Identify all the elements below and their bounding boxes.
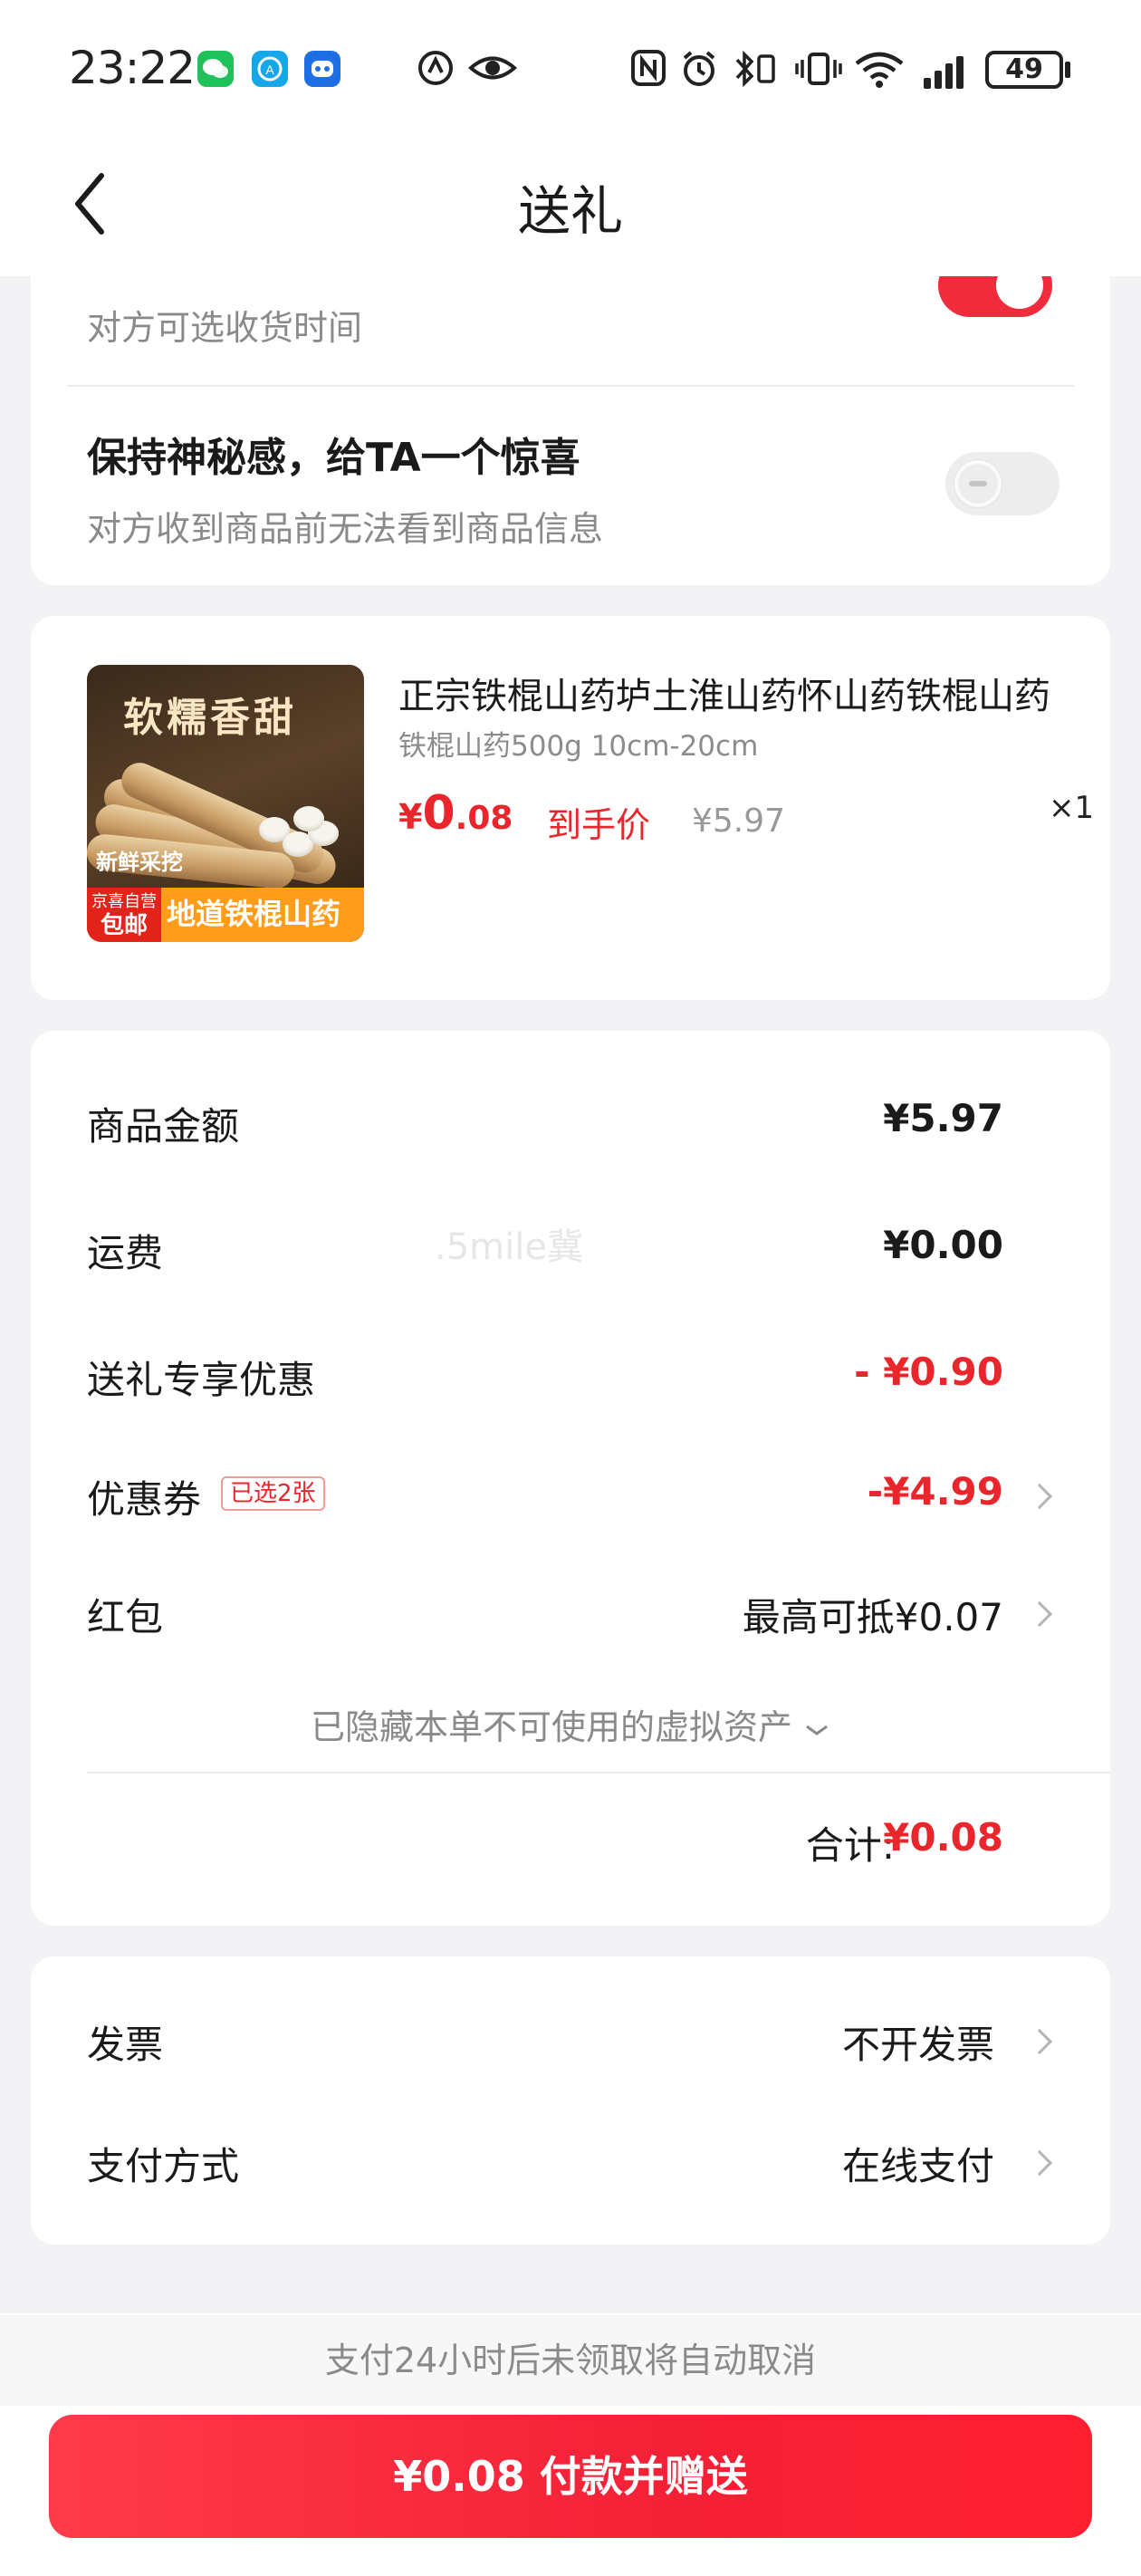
total-value: ¥0.08	[883, 1815, 1003, 1860]
page-title: 送礼	[517, 180, 623, 242]
goods-amount-value: ¥5.97	[883, 1096, 1003, 1140]
robot-app-icon	[304, 51, 340, 87]
original-price: ¥5.97	[692, 803, 786, 840]
invoice-payment-card: 发票 不开发票 支付方式 在线支付	[31, 1956, 1110, 2244]
product-card: 软糯香甜 新鲜采挖 京喜自营 包邮 地道铁棍山药 正宗铁棍山药垆土淮山药怀山药铁…	[31, 616, 1110, 1000]
image-fresh-text: 新鲜采挖	[96, 850, 183, 875]
payment-method-label[interactable]: 支付方式	[87, 2136, 239, 2191]
product-price: ¥0.08	[398, 786, 513, 841]
coupon-value[interactable]: -¥4.99	[868, 1469, 1003, 1514]
tag-bottom-text: 包邮	[100, 912, 148, 939]
shipping-value: ¥0.00	[883, 1223, 1003, 1267]
mystery-title: 保持神秘感，给TA一个惊喜	[87, 435, 580, 481]
chevron-right-icon[interactable]	[1026, 1483, 1053, 1510]
invoice-value[interactable]: 不开发票	[842, 2014, 994, 2070]
product-image[interactable]: 软糯香甜 新鲜采挖 京喜自营 包邮 地道铁棍山药	[87, 665, 364, 942]
chevron-right-icon[interactable]	[1026, 2149, 1053, 2177]
red-packet-label[interactable]: 红包	[87, 1587, 163, 1642]
divider	[87, 1772, 1110, 1773]
divider	[67, 385, 1074, 387]
mystery-subtitle: 对方收到商品前无法看到商品信息	[87, 509, 604, 549]
chevron-right-icon[interactable]	[1026, 2028, 1053, 2055]
tag-top-text: 京喜自营	[91, 892, 157, 911]
eye-icon	[467, 49, 518, 95]
price-label: 到手价	[547, 805, 651, 845]
product-spec: 铁棍山药500g 10cm-20cm	[398, 730, 759, 763]
svg-text:A: A	[265, 62, 274, 77]
signal-icon	[924, 53, 974, 89]
delivery-time-subtitle: 对方可选收货时间	[87, 308, 363, 348]
invoice-label[interactable]: 发票	[87, 2014, 163, 2070]
image-bottom-text: 地道铁棍山药	[167, 897, 341, 931]
battery-cap	[1065, 62, 1070, 78]
yam-slice	[293, 806, 324, 831]
hidden-assets-toggle[interactable]: 已隐藏本单不可使用的虚拟资产	[31, 1699, 1110, 1749]
gift-discount-value: - ¥0.90	[854, 1350, 1003, 1394]
price-symbol: ¥	[398, 797, 423, 837]
price-integer: 0	[422, 786, 455, 841]
nfc-speed-icon	[417, 49, 455, 95]
gift-discount-label: 送礼专享优惠	[87, 1358, 316, 1402]
watermark-text: .5mile冀	[435, 1226, 583, 1268]
nfc-icon	[630, 49, 666, 95]
goods-amount-label: 商品金额	[87, 1104, 240, 1149]
coupon-selected-badge: 已选2张	[221, 1476, 325, 1511]
nav-bar: 送礼	[0, 136, 1141, 276]
wechat-icon	[197, 51, 234, 87]
alarm-icon	[679, 49, 719, 97]
pay-and-gift-button[interactable]: ¥0.08 付款并赠送	[49, 2415, 1092, 2538]
amount-summary-card: 商品金额 ¥5.97 运费 ¥0.00 送礼专享优惠 - ¥0.90 优惠券 已…	[31, 1031, 1110, 1926]
price-decimal: .08	[455, 800, 513, 837]
product-quantity: ×1	[1049, 790, 1095, 826]
bluetooth-icon	[730, 49, 781, 97]
hidden-assets-text: 已隐藏本单不可使用的虚拟资产	[310, 1707, 792, 1747]
vibrate-icon	[795, 49, 842, 97]
chevron-down-icon	[806, 1725, 828, 1735]
toggle-knob	[954, 460, 1002, 507]
gift-options-card: 对方可选收货时间 保持神秘感，给TA一个惊喜 对方收到商品前无法看到商品信息	[31, 276, 1110, 585]
chevron-right-icon[interactable]	[1026, 1600, 1053, 1628]
free-shipping-tag: 京喜自营 包邮	[87, 888, 161, 942]
image-banner-text: 软糯香甜	[123, 695, 297, 741]
mystery-toggle[interactable]	[945, 452, 1060, 515]
shipping-label: 运费	[87, 1231, 164, 1275]
wifi-icon	[853, 49, 906, 97]
coupon-label[interactable]: 优惠券	[87, 1469, 201, 1524]
auto-cancel-note: 支付24小时后未领取将自动取消	[0, 2315, 1141, 2406]
product-name[interactable]: 正宗铁棍山药垆土淮山药怀山药铁棍山药	[398, 667, 1069, 719]
status-bar: 23:22 A 49	[0, 0, 1141, 136]
alipay-app-icon: A	[252, 51, 288, 87]
status-time: 23:22	[69, 42, 196, 94]
payment-method-value[interactable]: 在线支付	[842, 2136, 994, 2191]
red-packet-value[interactable]: 最高可抵¥0.07	[743, 1587, 1003, 1642]
total-label: 合计:	[805, 1823, 895, 1868]
battery-indicator: 49	[985, 51, 1063, 89]
